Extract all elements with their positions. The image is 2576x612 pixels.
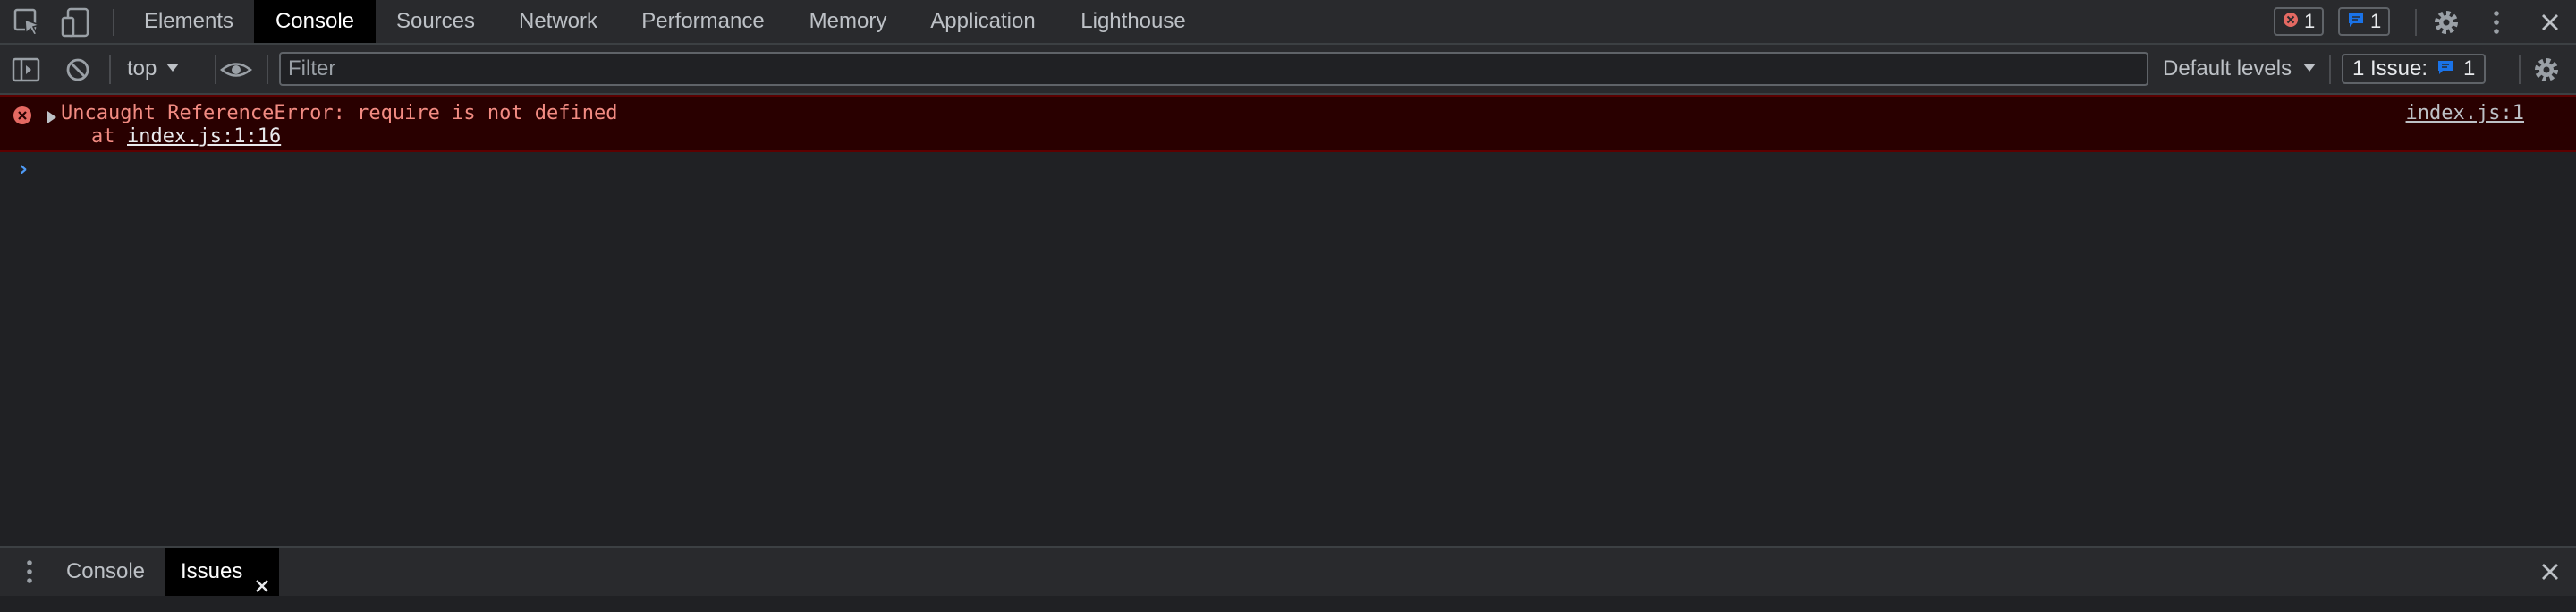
log-levels-dropdown[interactable]: Default levels	[2163, 55, 2317, 82]
drawer-menu-icon[interactable]	[14, 557, 45, 587]
drawer-tab-bar: Console Issues	[0, 546, 2576, 596]
error-count: 1	[2304, 10, 2316, 32]
settings-gear-icon[interactable]	[2431, 7, 2462, 38]
divider	[267, 55, 268, 84]
log-levels-label: Default levels	[2163, 56, 2292, 81]
devtools-tab-bar: Elements Console Sources Network Perform…	[0, 0, 2576, 45]
divider	[215, 55, 216, 84]
device-toolbar-icon[interactable]	[61, 7, 91, 38]
console-settings-gear-icon[interactable]	[2531, 55, 2562, 85]
tab-lighthouse[interactable]: Lighthouse	[1066, 0, 1200, 43]
error-icon	[13, 106, 32, 131]
live-expression-eye-icon[interactable]	[218, 55, 254, 85]
prompt-chevron-icon: ›	[16, 156, 30, 183]
close-drawer-icon[interactable]	[2535, 557, 2565, 587]
error-text: Uncaught ReferenceError: require is not …	[61, 102, 618, 124]
expand-triangle-icon[interactable]	[47, 107, 57, 130]
message-icon	[2347, 9, 2365, 34]
issues-button[interactable]: 1 Issue: 1	[2342, 54, 2487, 84]
message-icon	[2436, 56, 2454, 81]
tab-memory[interactable]: Memory	[796, 0, 900, 43]
drawer-tab-issues[interactable]: Issues	[165, 548, 279, 596]
clear-console-icon[interactable]	[63, 55, 93, 85]
tab-application[interactable]: Application	[918, 0, 1048, 43]
divider	[2519, 55, 2521, 84]
console-error-message: Uncaught ReferenceError: require is not …	[0, 95, 2576, 152]
show-sidebar-icon[interactable]	[11, 55, 41, 85]
dropdown-arrow-icon	[2302, 61, 2317, 77]
tab-elements[interactable]: Elements	[131, 0, 247, 43]
error-icon	[2283, 9, 2299, 34]
divider	[109, 55, 111, 84]
inspect-element-icon[interactable]	[13, 7, 43, 38]
console-prompt[interactable]: ›	[0, 152, 2576, 188]
issues-label: 1 Issue:	[2352, 56, 2428, 81]
message-count: 1	[2370, 10, 2382, 32]
divider	[113, 9, 114, 36]
drawer-tab-console[interactable]: Console	[50, 548, 161, 596]
stack-trace-link[interactable]: index.js:1:16	[127, 125, 281, 148]
context-selector-label: top	[127, 56, 157, 81]
filter-input[interactable]	[279, 52, 2148, 86]
close-devtools-icon[interactable]	[2535, 7, 2565, 38]
drawer-tab-issues-label: Issues	[181, 559, 243, 583]
error-source-link[interactable]: index.js:1	[2406, 102, 2524, 124]
tab-network[interactable]: Network	[506, 0, 610, 43]
more-options-icon[interactable]	[2481, 7, 2512, 38]
tab-console[interactable]: Console	[254, 0, 376, 43]
stack-prefix: at	[91, 125, 115, 148]
dropdown-arrow-icon	[165, 61, 180, 77]
divider	[2415, 9, 2417, 36]
close-tab-icon[interactable]	[254, 564, 270, 612]
error-count-badge[interactable]: 1	[2274, 7, 2325, 36]
message-count-badge[interactable]: 1	[2338, 7, 2391, 36]
console-toolbar: top Default levels 1 Issue: 1	[0, 45, 2576, 95]
tab-sources[interactable]: Sources	[383, 0, 488, 43]
divider	[2329, 55, 2331, 84]
context-selector[interactable]: top	[127, 55, 180, 82]
tab-performance[interactable]: Performance	[626, 0, 780, 43]
issues-count: 1	[2463, 56, 2476, 81]
